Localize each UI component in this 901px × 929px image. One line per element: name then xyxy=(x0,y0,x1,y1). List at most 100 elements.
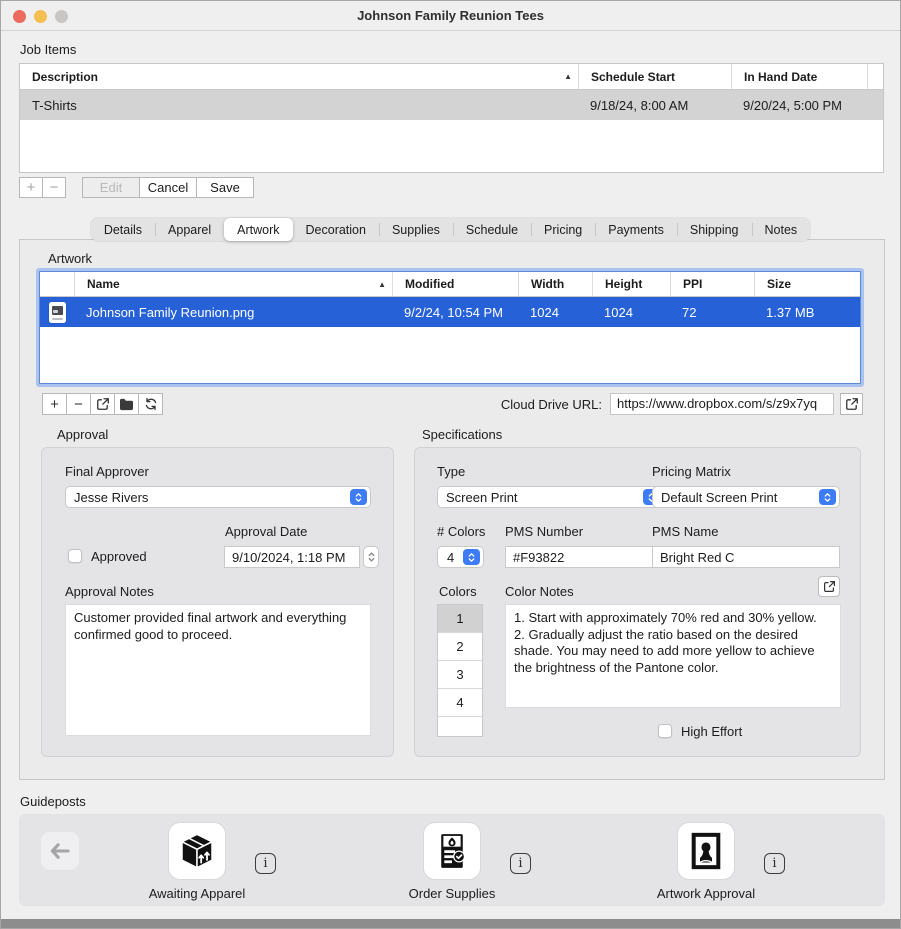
pms-name-field[interactable]: Bright Red C xyxy=(652,546,840,568)
info-icon[interactable]: i xyxy=(510,853,531,874)
remove-job-item-button[interactable]: − xyxy=(42,177,66,198)
approval-date-field[interactable]: 9/10/2024, 1:18 PM xyxy=(224,546,360,568)
type-popup[interactable]: Screen Print xyxy=(437,486,664,508)
add-artwork-button[interactable]: + xyxy=(42,393,67,415)
job-items-table: Description ▲ Schedule Start In Hand Dat… xyxy=(19,63,884,173)
num-colors-label: # Colors xyxy=(437,524,485,539)
color-list-item[interactable]: 1 xyxy=(438,605,482,633)
approval-notes-textarea[interactable]: Customer provided final artwork and ever… xyxy=(65,604,371,736)
tab-artwork[interactable]: Artwork xyxy=(224,218,292,241)
tab-details[interactable]: Details xyxy=(91,218,155,241)
job-item-schedule-start: 9/18/24, 8:00 AM xyxy=(578,98,731,113)
tab-shipping[interactable]: Shipping xyxy=(677,218,752,241)
pms-name-label: PMS Name xyxy=(652,524,718,539)
edit-button: Edit xyxy=(82,177,140,198)
approval-notes-label: Approval Notes xyxy=(65,584,154,599)
approval-date-label: Approval Date xyxy=(225,524,307,539)
column-header-height[interactable]: Height xyxy=(592,272,670,296)
remove-artwork-button[interactable]: − xyxy=(66,393,91,415)
job-items-empty-area xyxy=(20,120,883,172)
specifications-section-label: Specifications xyxy=(422,427,502,442)
column-header-in-hand-date[interactable]: In Hand Date xyxy=(731,64,867,89)
approved-checkbox[interactable] xyxy=(68,549,82,563)
color-list-item[interactable]: 4 xyxy=(438,689,482,717)
artwork-file-width: 1024 xyxy=(518,305,592,320)
artwork-file-name: Johnson Family Reunion.png xyxy=(74,305,392,320)
popup-chevrons-icon xyxy=(463,549,480,565)
column-header-ppi[interactable]: PPI xyxy=(670,272,754,296)
guidepost-order-supplies-button[interactable] xyxy=(424,823,480,879)
guidepost-label: Awaiting Apparel xyxy=(107,886,287,901)
open-cloud-url-button[interactable] xyxy=(840,393,863,415)
guidepost-artwork-approval-button[interactable] xyxy=(678,823,734,879)
export-artwork-button[interactable] xyxy=(90,393,115,415)
guidepost-label: Artwork Approval xyxy=(616,886,796,901)
tab-notes[interactable]: Notes xyxy=(752,218,811,241)
info-icon[interactable]: i xyxy=(255,853,276,874)
artwork-file-modified: 9/2/24, 10:54 PM xyxy=(392,305,518,320)
pricing-matrix-label: Pricing Matrix xyxy=(652,464,731,479)
pms-number-field[interactable]: #F93822 xyxy=(505,546,668,568)
refresh-icon xyxy=(144,397,158,411)
cloud-drive-url-input[interactable]: https://www.dropbox.com/s/z9x7yq xyxy=(610,393,834,415)
tab-payments[interactable]: Payments xyxy=(595,218,677,241)
pricing-matrix-popup[interactable]: Default Screen Print xyxy=(652,486,840,508)
expand-color-notes-button[interactable] xyxy=(818,576,840,597)
job-item-in-hand-date: 9/20/24, 5:00 PM xyxy=(731,98,867,113)
tab-apparel[interactable]: Apparel xyxy=(155,218,224,241)
guidepost-awaiting-apparel-button[interactable] xyxy=(169,823,225,879)
window-bottom-edge xyxy=(1,919,900,928)
job-item-row[interactable]: T-Shirts 9/18/24, 8:00 AM 9/20/24, 5:00 … xyxy=(20,90,883,120)
cloud-drive-row: Cloud Drive URL: https://www.dropbox.com… xyxy=(501,393,863,415)
specifications-group-box: Type Screen Print Pricing Matrix Default… xyxy=(414,447,861,757)
refresh-artwork-button[interactable] xyxy=(138,393,163,415)
column-header-width[interactable]: Width xyxy=(518,272,592,296)
tab-supplies[interactable]: Supplies xyxy=(379,218,453,241)
column-header-name[interactable]: Name ▲ xyxy=(74,272,392,296)
popup-chevrons-icon xyxy=(350,489,367,505)
guidepost-label: Order Supplies xyxy=(362,886,542,901)
guidepost-back-button[interactable] xyxy=(41,832,79,870)
approval-group-box: Final Approver Jesse Rivers Approval Dat… xyxy=(41,447,394,757)
pms-number-label: PMS Number xyxy=(505,524,583,539)
back-arrow-icon xyxy=(49,842,71,860)
column-header-file-icon xyxy=(40,272,74,296)
tab-decoration[interactable]: Decoration xyxy=(293,218,379,241)
save-button[interactable]: Save xyxy=(196,177,254,198)
type-label: Type xyxy=(437,464,465,479)
artwork-file-row[interactable]: Johnson Family Reunion.png 9/2/24, 10:54… xyxy=(40,297,860,327)
cancel-button[interactable]: Cancel xyxy=(139,177,197,198)
add-job-item-button[interactable]: + xyxy=(19,177,43,198)
artwork-empty-area xyxy=(40,327,860,383)
date-stepper[interactable] xyxy=(363,546,379,568)
scrollbar-gutter xyxy=(867,64,883,89)
num-colors-popup[interactable]: 4 xyxy=(437,546,484,568)
guideposts-section-label: Guideposts xyxy=(20,794,86,809)
high-effort-checkbox[interactable] xyxy=(658,724,672,738)
high-effort-checkbox-label: High Effort xyxy=(681,724,742,739)
open-external-icon xyxy=(845,397,859,411)
color-notes-label: Color Notes xyxy=(505,584,574,599)
artwork-folder-button[interactable] xyxy=(114,393,139,415)
info-icon[interactable]: i xyxy=(764,853,785,874)
tab-schedule[interactable]: Schedule xyxy=(453,218,531,241)
package-icon xyxy=(177,831,217,871)
image-file-icon xyxy=(49,302,66,323)
column-header-size[interactable]: Size xyxy=(754,272,860,296)
job-items-header-row: Description ▲ Schedule Start In Hand Dat… xyxy=(20,64,883,90)
tab-pricing[interactable]: Pricing xyxy=(531,218,595,241)
column-header-schedule-start[interactable]: Schedule Start xyxy=(578,64,731,89)
color-list-item[interactable]: 3 xyxy=(438,661,482,689)
colors-list: 1 2 3 4 xyxy=(437,604,483,737)
app-window: Johnson Family Reunion Tees Job Items De… xyxy=(0,0,901,929)
color-notes-textarea[interactable]: 1. Start with approximately 70% red and … xyxy=(505,604,841,708)
approved-checkbox-label: Approved xyxy=(91,549,147,564)
color-list-item[interactable]: 2 xyxy=(438,633,482,661)
column-header-modified[interactable]: Modified xyxy=(392,272,518,296)
column-header-description[interactable]: Description ▲ xyxy=(20,64,578,89)
cloud-drive-url-label: Cloud Drive URL: xyxy=(501,397,602,412)
framed-art-icon xyxy=(687,831,725,871)
job-item-description: T-Shirts xyxy=(20,98,578,113)
final-approver-popup[interactable]: Jesse Rivers xyxy=(65,486,371,508)
job-items-section-label: Job Items xyxy=(20,42,76,57)
